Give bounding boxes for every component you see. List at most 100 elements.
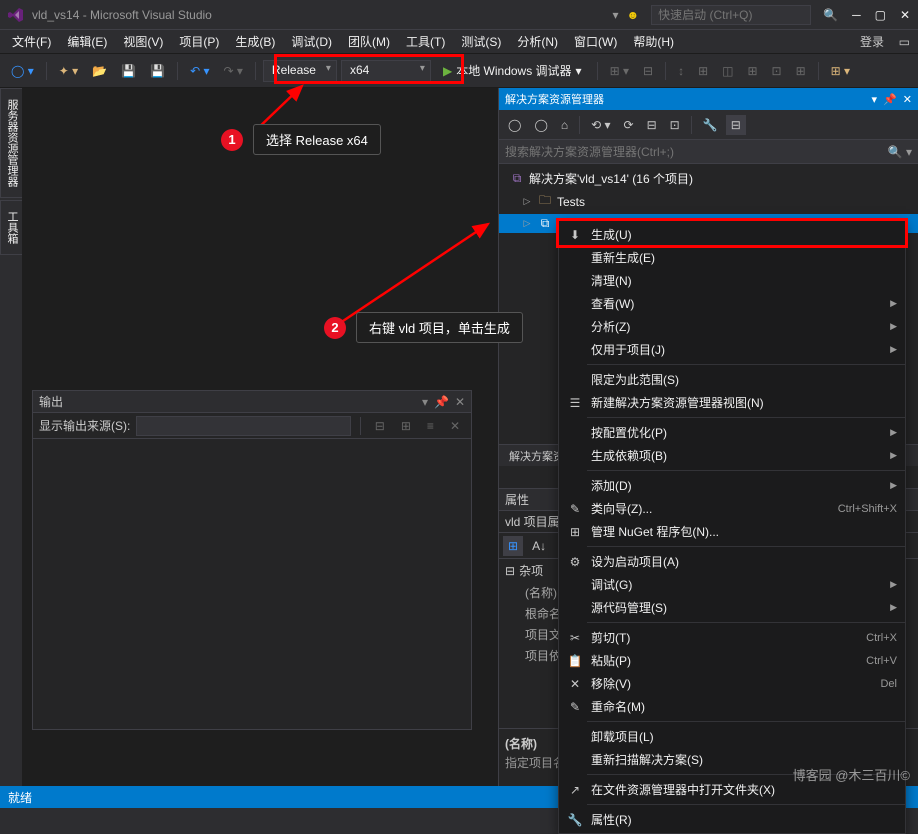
redo-button[interactable]: ↷ ▾ [219, 61, 248, 81]
sol-back-button[interactable]: ◯ [503, 115, 526, 135]
menu-build[interactable]: 生成(B) [227, 30, 283, 53]
solution-search[interactable]: 🔍 ▾ [499, 140, 918, 164]
menu-team[interactable]: 团队(M) [340, 30, 398, 53]
sol-fwd-button[interactable]: ◯ [529, 115, 552, 135]
context-menu-item[interactable]: 限定为此范围(S) [559, 368, 905, 391]
context-menu-item[interactable]: ⚙设为启动项目(A) [559, 550, 905, 573]
context-menu-item[interactable]: 查看(W)▶ [559, 292, 905, 315]
context-menu-item[interactable]: 分析(Z)▶ [559, 315, 905, 338]
minimize-button[interactable]: ─ [852, 8, 861, 22]
context-menu-item[interactable]: 源代码管理(S)▶ [559, 596, 905, 619]
sol-refresh-button[interactable]: ⟳ [619, 115, 639, 135]
toolbar-misc-9[interactable]: ⊞ ▾ [826, 61, 855, 81]
context-menu-item[interactable]: ✂剪切(T)Ctrl+X [559, 626, 905, 649]
solution-root[interactable]: ⧉ 解决方案'vld_vs14' (16 个项目) [499, 168, 918, 189]
context-menu-item[interactable]: 清理(N) [559, 269, 905, 292]
menu-window[interactable]: 窗口(W) [566, 30, 625, 53]
menu-debug[interactable]: 调试(D) [283, 30, 340, 53]
context-menu-item[interactable]: 📋粘贴(P)Ctrl+V [559, 649, 905, 672]
output-tb-2[interactable]: ⊞ [396, 416, 416, 436]
menu-test[interactable]: 测试(S) [453, 30, 509, 53]
context-menu-label: 源代码管理(S) [587, 599, 885, 616]
menu-view[interactable]: 视图(V) [115, 30, 171, 53]
context-menu-item[interactable]: ⬇生成(U) [559, 223, 905, 246]
account-icon[interactable]: ▭ [899, 35, 910, 49]
context-menu-item[interactable]: 重新扫描解决方案(S) [559, 748, 905, 771]
output-tb-1[interactable]: ⊟ [370, 416, 390, 436]
expand-icon[interactable]: ▷ [521, 218, 533, 229]
toolbox-tab[interactable]: 工具箱 [0, 200, 24, 255]
expand-icon[interactable]: ▷ [521, 196, 533, 207]
context-menu-icon: 📋 [563, 654, 587, 668]
feedback-icon[interactable]: ☻ [626, 8, 639, 22]
toolbar-misc-3[interactable]: ↕ [673, 61, 689, 81]
context-menu-item[interactable]: 重新生成(E) [559, 246, 905, 269]
context-menu-item[interactable]: 生成依赖项(B)▶ [559, 444, 905, 467]
config-selector[interactable]: Release [263, 60, 337, 82]
nav-back-button[interactable]: ◯ ▾ [6, 61, 39, 81]
menu-analyze[interactable]: 分析(N) [509, 30, 566, 53]
toolbar-misc-6[interactable]: ⊞ [742, 61, 762, 81]
sol-sync-button[interactable]: ⟲ ▾ [586, 115, 615, 135]
output-tb-4[interactable]: ✕ [445, 416, 465, 436]
alphabetical-button[interactable]: A↓ [527, 536, 551, 556]
sol-collapse-button[interactable]: ⊟ [642, 115, 662, 135]
context-menu-item[interactable]: 调试(G)▶ [559, 573, 905, 596]
sol-preview-button[interactable]: ⊟ [726, 115, 746, 135]
context-menu-item[interactable]: ⊞管理 NuGet 程序包(N)... [559, 520, 905, 543]
menu-edit[interactable]: 编辑(E) [59, 30, 115, 53]
search-go-icon[interactable]: 🔍 ▾ [888, 145, 912, 159]
context-menu-icon: ✂ [563, 631, 587, 645]
context-menu-item[interactable]: ✕移除(V)Del [559, 672, 905, 695]
context-menu-item[interactable]: 仅用于项目(J)▶ [559, 338, 905, 361]
platform-selector[interactable]: x64 [341, 60, 431, 82]
undo-button[interactable]: ↶ ▾ [185, 61, 214, 81]
context-menu-item[interactable]: ✎类向导(Z)...Ctrl+Shift+X [559, 497, 905, 520]
output-pin-icon[interactable]: 📌 [434, 395, 449, 409]
tree-item-tests[interactable]: ▷ 🗀 Tests [499, 189, 918, 214]
toolbar-misc-2[interactable]: ⊟ [638, 61, 658, 81]
sol-showall-button[interactable]: ⊡ [665, 115, 685, 135]
menu-project[interactable]: 项目(P) [171, 30, 227, 53]
categorize-button[interactable]: ⊞ [503, 536, 523, 556]
menu-help[interactable]: 帮助(H) [625, 30, 682, 53]
toolbar-misc-5[interactable]: ◫ [717, 61, 738, 81]
context-menu-item[interactable]: ✎重命名(M) [559, 695, 905, 718]
context-menu-separator [587, 470, 905, 471]
output-dropdown-icon[interactable]: ▾ [422, 395, 428, 409]
notification-icon[interactable]: ▾ [612, 8, 618, 22]
context-menu-item[interactable]: 🔧属性(R) [559, 808, 905, 831]
new-item-button[interactable]: ✦ ▾ [54, 61, 83, 81]
menu-tools[interactable]: 工具(T) [398, 30, 453, 53]
output-close-icon[interactable]: ✕ [455, 395, 465, 409]
context-menu-shortcut: Ctrl+V [866, 655, 897, 667]
sol-properties-button[interactable]: 🔧 [698, 115, 723, 135]
output-source-select[interactable] [136, 416, 350, 436]
open-file-button[interactable]: 📂 [87, 61, 112, 81]
toolbar-misc-8[interactable]: ⊞ [791, 61, 811, 81]
solution-dropdown-icon[interactable]: ▾ [872, 93, 878, 106]
context-menu-item[interactable]: ↗在文件资源管理器中打开文件夹(X) [559, 778, 905, 801]
save-button[interactable]: 💾 [116, 61, 141, 81]
context-menu-label: 属性(R) [587, 811, 897, 828]
search-icon[interactable]: 🔍 [823, 8, 838, 22]
save-all-button[interactable]: 💾 [145, 61, 170, 81]
quick-launch-input[interactable] [651, 5, 811, 25]
context-menu-item[interactable]: 按配置优化(P)▶ [559, 421, 905, 444]
context-menu-item[interactable]: 卸载项目(L) [559, 725, 905, 748]
context-menu-item[interactable]: ☰新建解决方案资源管理器视图(N) [559, 391, 905, 414]
debug-target-button[interactable]: ▶本地 Windows 调试器 ▾ [435, 60, 590, 81]
toolbar-misc-1[interactable]: ⊞ ▾ [605, 61, 634, 81]
solution-close-icon[interactable]: ✕ [903, 93, 912, 106]
output-tb-3[interactable]: ≡ [422, 416, 439, 436]
solution-pin-icon[interactable]: 📌 [883, 93, 897, 106]
maximize-button[interactable]: ▢ [875, 8, 886, 22]
server-explorer-tab[interactable]: 服务器资源管理器 [0, 88, 24, 198]
toolbar-misc-7[interactable]: ⊡ [767, 61, 787, 81]
context-menu-item[interactable]: 添加(D)▶ [559, 474, 905, 497]
solution-search-input[interactable] [505, 145, 888, 159]
menu-file[interactable]: 文件(F) [4, 30, 59, 53]
close-button[interactable]: ✕ [900, 8, 910, 22]
toolbar-misc-4[interactable]: ⊞ [693, 61, 713, 81]
sol-home-button[interactable]: ⌂ [556, 115, 573, 135]
